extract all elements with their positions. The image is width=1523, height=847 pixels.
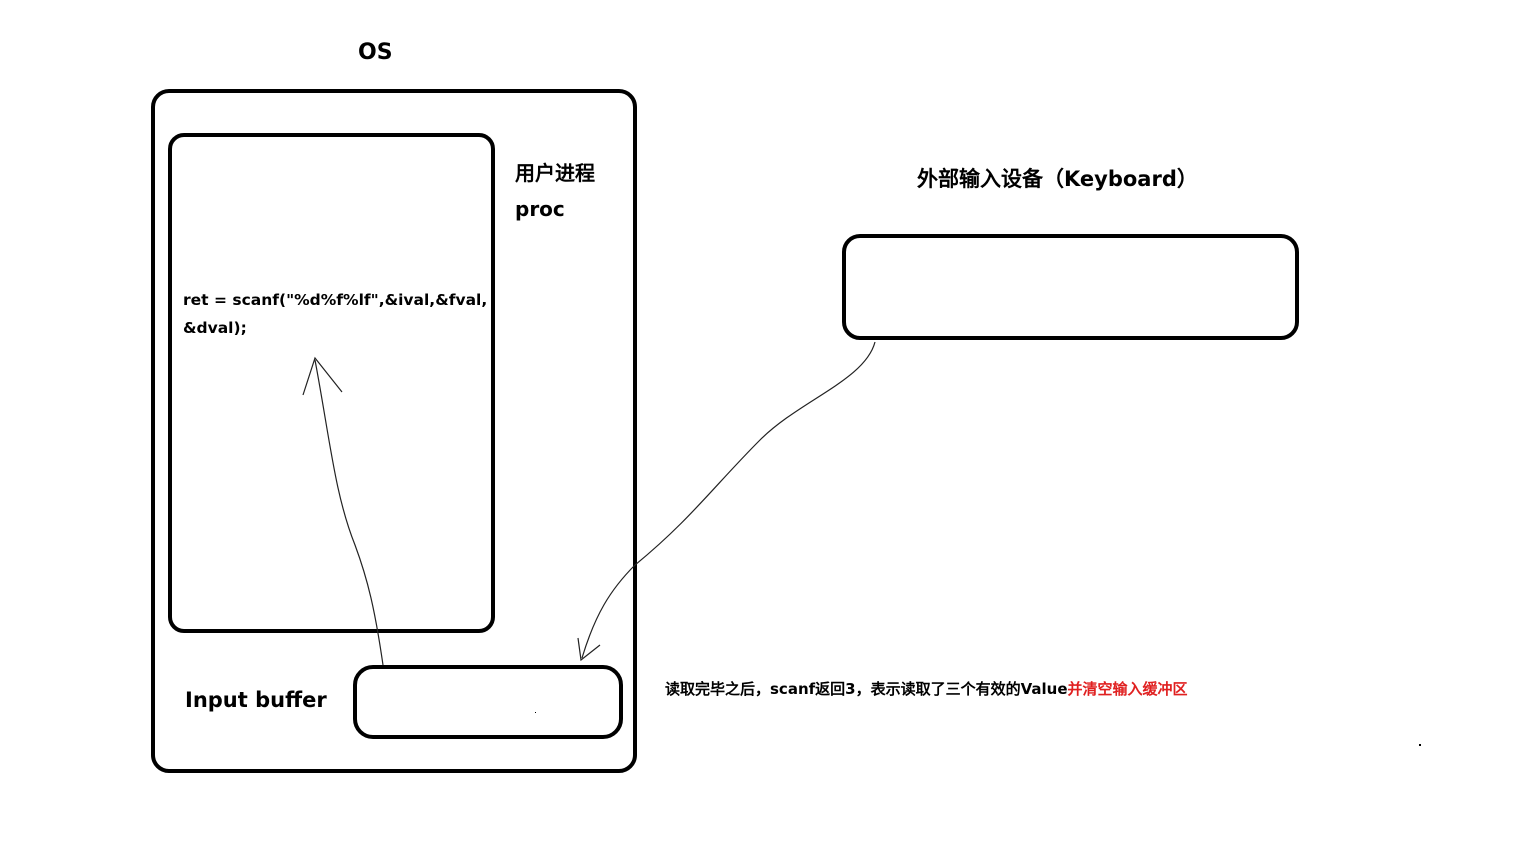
process-title-en: proc bbox=[515, 197, 565, 221]
os-title: OS bbox=[358, 40, 393, 65]
scanf-code: ret = scanf("%d%f%lf",&ival,&fval, &dval… bbox=[183, 286, 488, 342]
process-title-cn: 用户进程 bbox=[515, 161, 595, 185]
note-main-text: 读取完毕之后，scanf返回3，表示读取了三个有效的Value bbox=[665, 680, 1068, 698]
process-label: 用户进程 proc bbox=[515, 155, 595, 227]
code-line-1: ret = scanf("%d%f%lf",&ival,&fval, bbox=[183, 291, 488, 309]
stray-dot bbox=[1419, 744, 1421, 746]
keyboard-box bbox=[842, 234, 1299, 340]
stray-dot bbox=[535, 712, 536, 713]
note-highlight-text: 并清空输入缓冲区 bbox=[1067, 680, 1188, 698]
input-buffer-box bbox=[353, 665, 623, 739]
explanation-note: 读取完毕之后，scanf返回3，表示读取了三个有效的Value并清空输入缓冲区 bbox=[665, 678, 1188, 699]
keyboard-label: 外部输入设备（Keyboard） bbox=[917, 167, 1198, 191]
input-buffer-label: Input buffer bbox=[185, 688, 327, 712]
code-line-2: &dval); bbox=[183, 319, 247, 337]
user-process-box bbox=[168, 133, 495, 633]
